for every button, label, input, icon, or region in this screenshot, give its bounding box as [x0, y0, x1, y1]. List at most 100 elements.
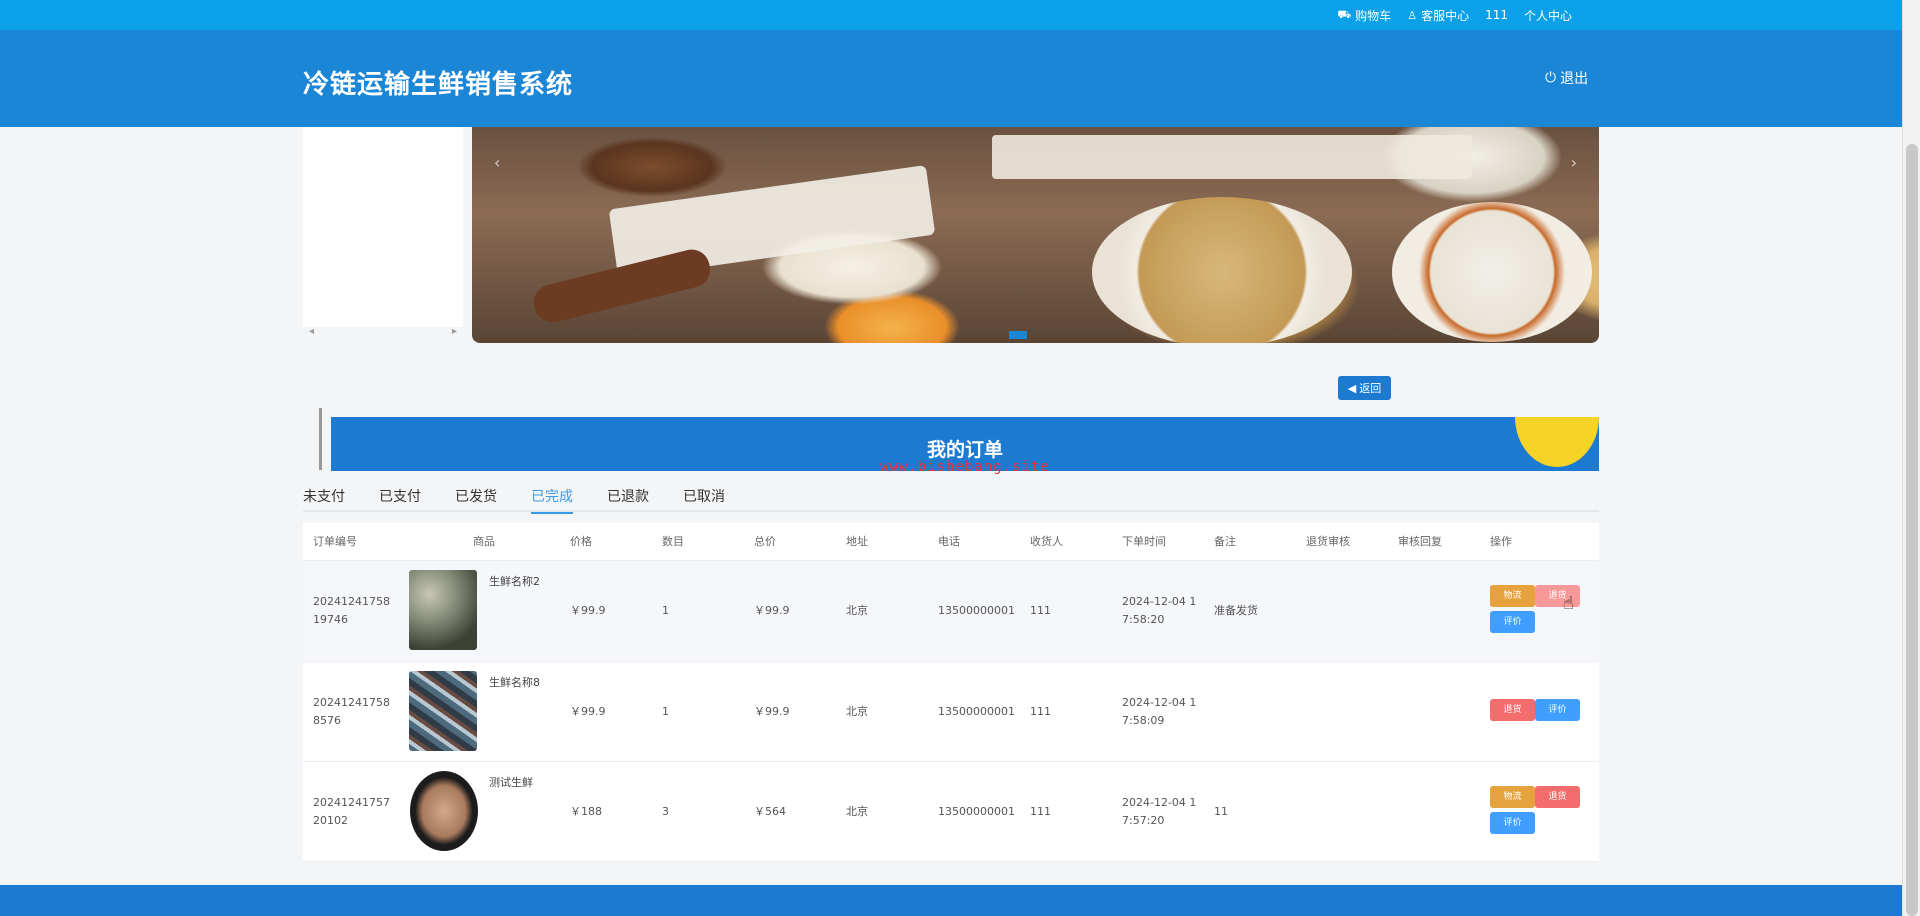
col-order-no: 订单编号	[313, 534, 357, 548]
review-button[interactable]: 评价	[1535, 698, 1580, 721]
total: ￥564	[754, 804, 786, 818]
order-no: 20241241757 20102	[313, 795, 390, 827]
banner-prev-icon[interactable]: ‹	[494, 153, 500, 172]
col-time: 下单时间	[1122, 534, 1166, 548]
site-header: 冷链运输生鲜销售系统 ⏻ 退出	[0, 30, 1902, 127]
scrollbar-thumb[interactable]	[1906, 144, 1918, 916]
review-button[interactable]: 评价	[1490, 611, 1535, 633]
logout-label: 退出	[1560, 71, 1589, 87]
note: 11	[1214, 804, 1228, 818]
col-refund-review: 退货审核	[1306, 534, 1350, 548]
tab-paid[interactable]: 已支付	[379, 484, 421, 512]
note: 准备发货	[1214, 604, 1258, 617]
goods-name: 生鲜名称2	[489, 575, 540, 588]
cart-label: 购物车	[1355, 8, 1392, 23]
receiver: 111	[1030, 704, 1051, 718]
goods-image[interactable]	[409, 570, 477, 650]
col-action: 操作	[1490, 534, 1512, 548]
return-button[interactable]: 退货	[1535, 785, 1580, 808]
return-button[interactable]: 退货	[1490, 698, 1535, 721]
goods-name: 测试生鲜	[489, 776, 533, 789]
price: ￥99.9	[570, 704, 606, 718]
goods-name: 生鲜名称8	[489, 676, 540, 689]
qty: 3	[662, 804, 669, 818]
goods-cell: 生鲜名称8	[398, 662, 560, 761]
banner-image-bowl	[1092, 197, 1352, 343]
table-header: 订单编号 商品 价格 数目 总价 地址 电话 收货人 下单时间 备注 退货审核 …	[303, 523, 1599, 561]
user-icon: ♙	[1407, 8, 1418, 22]
qty: 1	[662, 704, 669, 718]
logistics-button[interactable]: 物流	[1490, 785, 1535, 808]
col-receiver: 收货人	[1030, 534, 1063, 548]
col-phone: 电话	[938, 534, 960, 548]
logout-button[interactable]: ⏻ 退出	[1545, 68, 1588, 88]
side-nav: ◂ ▸	[303, 326, 463, 342]
action-cell: 物流 退货 评价	[1480, 785, 1589, 838]
price: ￥188	[570, 804, 602, 818]
power-icon: ⏻	[1545, 70, 1557, 86]
order-time: 2024-12-04 1 7:58:09	[1122, 695, 1197, 727]
address: 北京	[846, 604, 868, 617]
phone: 13500000001	[938, 704, 1015, 718]
tab-refunded[interactable]: 已退款	[607, 484, 649, 512]
tab-completed[interactable]: 已完成	[531, 484, 573, 514]
tab-unpaid[interactable]: 未支付	[303, 484, 345, 512]
col-total: 总价	[754, 534, 776, 548]
side-prev-arrow-icon[interactable]: ◂	[309, 326, 314, 337]
order-status-tabs: 未支付 已支付 已发货 已完成 已退款 已取消	[303, 484, 1599, 514]
carousel-indicator[interactable]	[1009, 331, 1027, 339]
order-no: 20241241758 19746	[313, 595, 390, 626]
side-next-arrow-icon[interactable]: ▸	[452, 326, 457, 337]
site-footer	[0, 885, 1902, 916]
address: 北京	[846, 704, 868, 718]
banner-image-plate	[992, 135, 1472, 179]
banner-image-bowl	[1392, 202, 1592, 342]
truck-icon: ⛟	[1337, 7, 1352, 21]
order-time: 2024-12-04 1 7:57:20	[1122, 795, 1197, 827]
receiver: 111	[1030, 604, 1051, 617]
back-label: 返回	[1359, 382, 1382, 395]
col-note: 备注	[1214, 534, 1236, 548]
col-qty: 数目	[662, 534, 684, 548]
watermark: www.bishebang.site	[880, 459, 1050, 475]
cart-link[interactable]: ⛟ 购物车	[1337, 7, 1391, 24]
divider	[319, 408, 322, 470]
review-button[interactable]: 评价	[1490, 811, 1535, 834]
receiver: 111	[1030, 804, 1051, 818]
order-no: 20241241758 8576	[313, 695, 390, 727]
banner-carousel[interactable]: ‹ ›	[472, 127, 1599, 343]
caret-left-icon: ◀	[1347, 381, 1357, 395]
goods-cell: 生鲜名称2	[398, 561, 560, 661]
profile-link[interactable]: 个人中心	[1524, 7, 1572, 24]
side-panel	[303, 127, 463, 327]
phone: 13500000001	[938, 804, 1015, 818]
table-row: 20241241758 8576 生鲜名称8 ￥99.9 1 ￥99.9 北京 …	[303, 662, 1599, 762]
page-scrollbar[interactable]	[1902, 0, 1920, 916]
goods-image[interactable]	[410, 771, 478, 851]
goods-image[interactable]	[409, 671, 477, 751]
total: ￥99.9	[754, 604, 790, 617]
col-goods: 商品	[473, 534, 495, 548]
top-utility-bar: ⛟ 购物车 ♙ 客服中心 111 个人中心	[0, 0, 1902, 30]
goods-cell: 测试生鲜	[398, 762, 560, 861]
service-label: 客服中心	[1421, 8, 1470, 23]
qty: 1	[662, 604, 669, 617]
back-button[interactable]: ◀ 返回	[1338, 376, 1391, 400]
hand-cursor-icon: ☝	[1563, 593, 1574, 614]
tab-cancelled[interactable]: 已取消	[683, 484, 725, 512]
username[interactable]: 111	[1485, 8, 1508, 22]
table-row: 20241241757 20102 测试生鲜 ￥188 3 ￥564 北京 13…	[303, 762, 1599, 862]
tab-shipped[interactable]: 已发货	[455, 484, 497, 512]
col-review-reply: 审核回复	[1398, 534, 1442, 548]
service-link[interactable]: ♙ 客服中心	[1407, 7, 1469, 24]
col-address: 地址	[846, 534, 868, 548]
banner-next-icon[interactable]: ›	[1571, 153, 1577, 172]
phone: 13500000001	[938, 604, 1015, 617]
table-row: 20241241758 19746 生鲜名称2 ￥99.9 1 ￥99.9 北京…	[303, 561, 1599, 662]
total: ￥99.9	[754, 704, 790, 718]
page-title: 我的订单	[926, 439, 1003, 461]
price: ￥99.9	[570, 604, 606, 617]
address: 北京	[846, 804, 868, 818]
order-time: 2024-12-04 1 7:58:20	[1122, 595, 1197, 626]
logistics-button[interactable]: 物流	[1490, 585, 1535, 607]
